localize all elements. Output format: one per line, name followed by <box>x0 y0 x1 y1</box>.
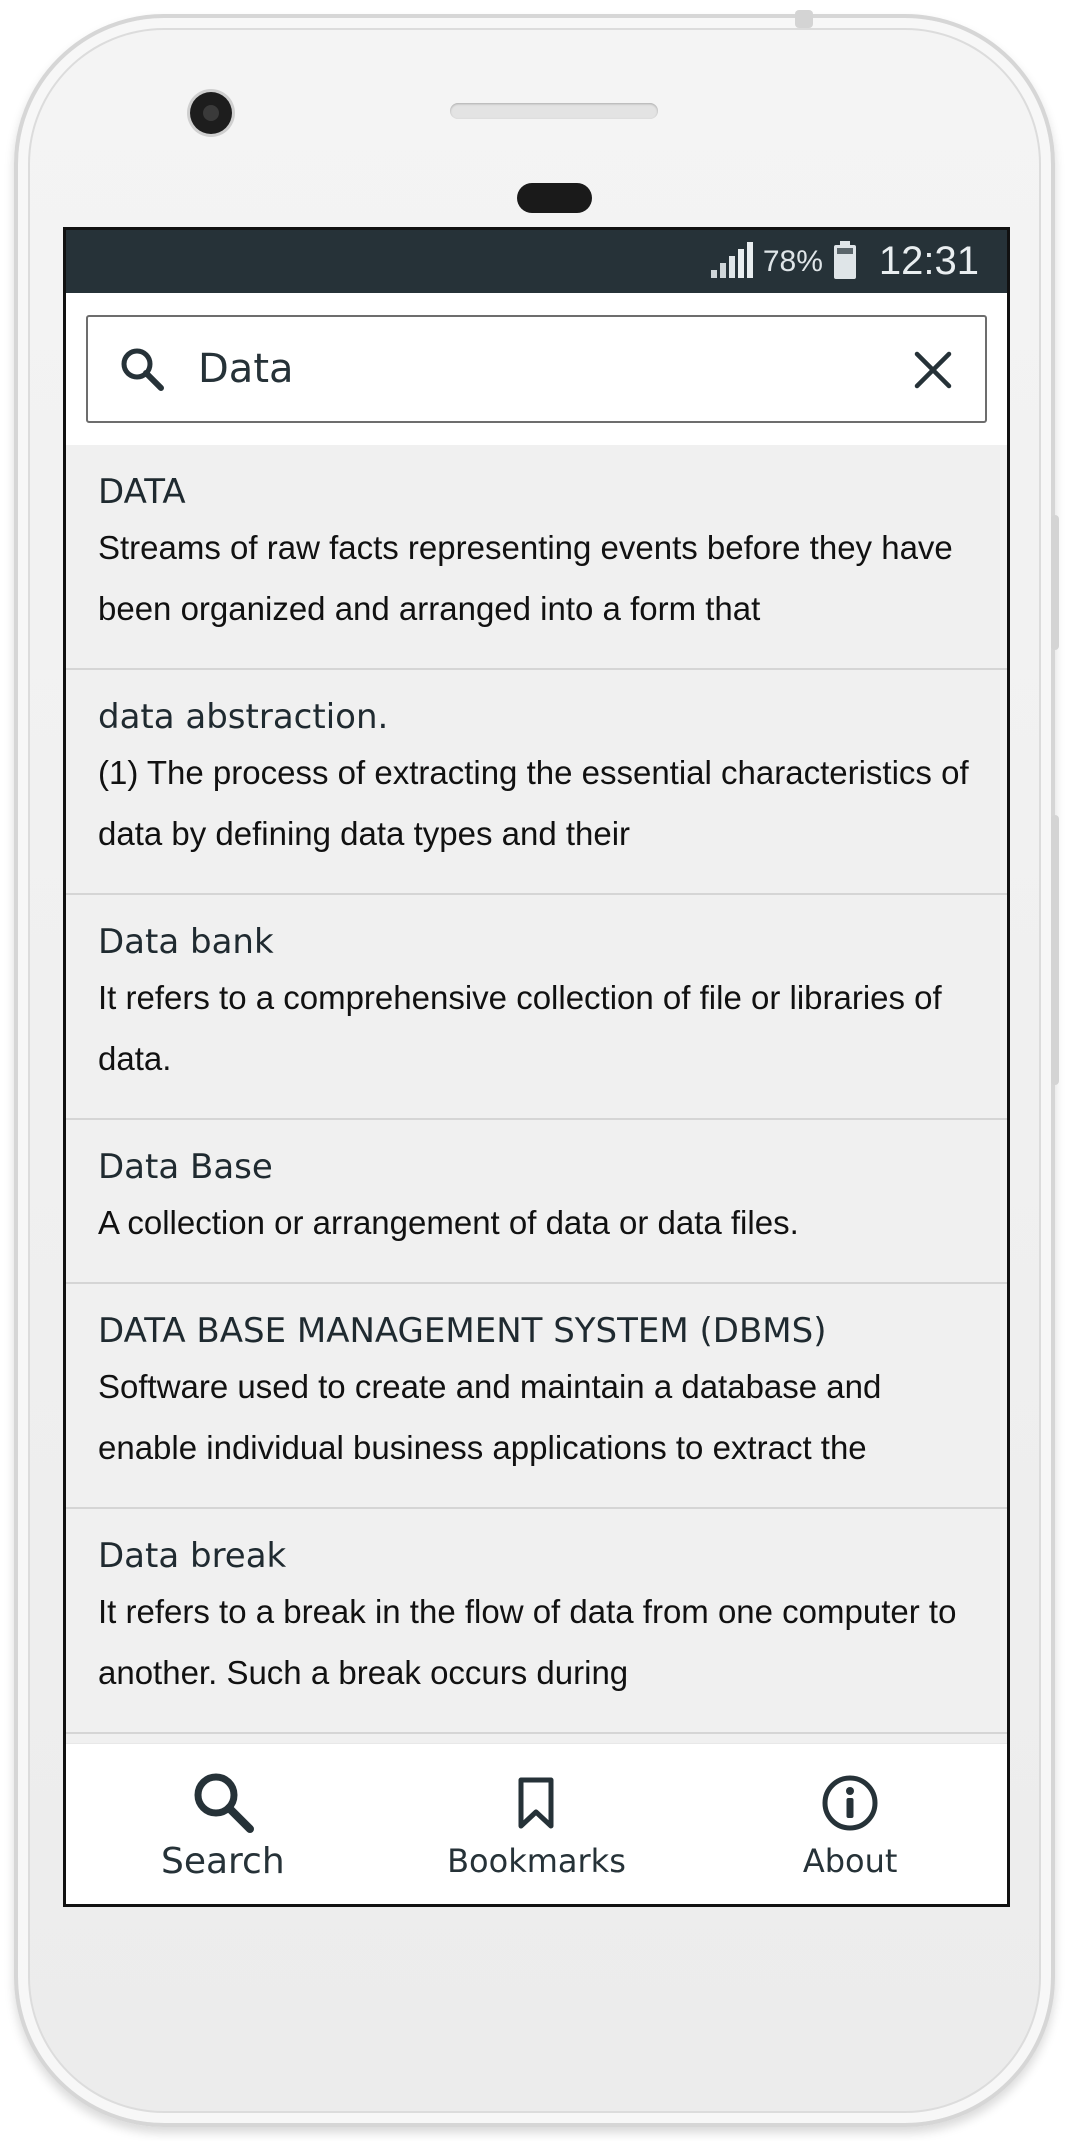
list-item[interactable]: Data break It refers to a break in the f… <box>66 1509 1007 1734</box>
term-definition: (1) The process of extracting the essent… <box>98 754 969 852</box>
proximity-sensor <box>517 183 592 213</box>
term-title: Data bank <box>98 922 274 962</box>
search-box <box>86 315 987 423</box>
term-definition: Streams of raw facts representing events… <box>98 529 953 627</box>
search-icon <box>190 1767 256 1837</box>
app-screen: 78% 12:31 Data DATA Streams of raw facts… <box>63 227 1010 1907</box>
info-icon <box>821 1768 879 1838</box>
search-icon <box>116 343 168 395</box>
power-button <box>1051 515 1059 650</box>
term-title: DATA BASE MANAGEMENT SYSTEM (DBMS) <box>98 1311 827 1351</box>
nav-about-label: About <box>802 1842 898 1880</box>
nav-search-tab[interactable]: Search <box>73 1767 373 1882</box>
list-item[interactable]: DATA BASE MANAGEMENT SYSTEM (DBMS) Softw… <box>66 1284 1007 1509</box>
list-item[interactable]: data abstraction. (1) The process of ext… <box>66 670 1007 895</box>
term-definition: A collection or arrangement of data or d… <box>98 1204 799 1241</box>
bottom-navigation: Search Bookmarks About <box>66 1743 1007 1904</box>
earpiece-speaker <box>450 103 658 119</box>
nav-bookmarks-label: Bookmarks <box>447 1842 626 1880</box>
search-input[interactable] <box>198 346 818 392</box>
term-definition: Software used to create and maintain a d… <box>98 1368 882 1466</box>
term-title: data abstraction. <box>98 697 389 737</box>
close-icon[interactable] <box>909 346 957 394</box>
results-list: DATA Streams of raw facts representing e… <box>66 445 1007 1734</box>
list-item[interactable]: Data bank It refers to a comprehensive c… <box>66 895 1007 1120</box>
battery-icon <box>833 240 857 284</box>
term-title: Data Base <box>98 1147 273 1187</box>
search-bar <box>66 293 1007 445</box>
top-button <box>795 10 813 28</box>
term-title: DATA <box>98 472 186 512</box>
list-item[interactable]: DATA Streams of raw facts representing e… <box>66 445 1007 670</box>
signal-icon <box>709 240 753 284</box>
term-title: Data break <box>98 1536 287 1576</box>
term-definition: It refers to a comprehensive collection … <box>98 979 942 1077</box>
status-bar: 78% 12:31 <box>66 230 1007 293</box>
bookmark-icon <box>516 1768 556 1838</box>
front-camera <box>190 92 232 134</box>
term-definition: It refers to a break in the flow of data… <box>98 1593 957 1691</box>
list-item[interactable]: Data Base A collection or arrangement of… <box>66 1120 1007 1284</box>
nav-bookmarks-tab[interactable]: Bookmarks <box>386 1768 686 1880</box>
volume-button <box>1051 815 1059 1085</box>
clock-time: 12:31 <box>878 239 979 283</box>
battery-percentage: 78% <box>762 244 823 278</box>
nav-about-tab[interactable]: About <box>700 1768 1000 1880</box>
nav-search-label: Search <box>160 1840 285 1882</box>
